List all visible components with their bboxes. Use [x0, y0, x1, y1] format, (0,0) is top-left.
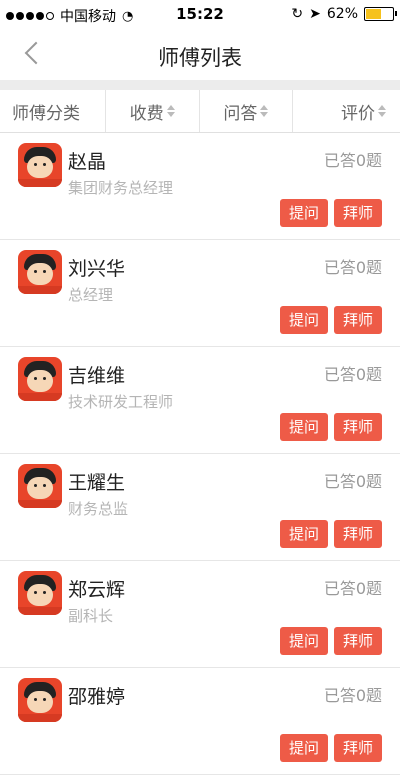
list-item[interactable]: 吉维维技术研发工程师 已答0题提问 拜师: [0, 347, 400, 454]
avatar: [18, 250, 62, 294]
avatar: [18, 678, 62, 722]
nav-bar: 师傅列表: [0, 28, 400, 80]
separator-bar: [0, 80, 400, 90]
ask-button[interactable]: 提问: [280, 734, 328, 762]
master-name: 赵晶: [68, 151, 107, 173]
follow-master-button[interactable]: 拜师: [334, 306, 382, 334]
sort-arrows-icon: [166, 105, 175, 117]
answered-count: 已答0题: [323, 365, 382, 384]
filter-label: 问答: [223, 103, 258, 124]
filter-label: 师傅分类: [12, 103, 80, 124]
location-icon: ➤: [309, 6, 321, 22]
filter-tab-1[interactable]: 收费: [106, 90, 200, 132]
list-item[interactable]: 王耀生财务总监 已答0题提问 拜师: [0, 454, 400, 561]
ask-button[interactable]: 提问: [280, 627, 328, 655]
battery-icon: [364, 7, 397, 21]
sort-arrows-icon: [260, 105, 269, 117]
list-item[interactable]: 郑云辉副科长 已答0题提问 拜师: [0, 561, 400, 668]
filter-tab-2[interactable]: 问答: [200, 90, 294, 132]
ask-button[interactable]: 提问: [280, 413, 328, 441]
list-item[interactable]: 刘兴华总经理 已答0题提问 拜师: [0, 240, 400, 347]
answered-count: 已答0题: [323, 472, 382, 491]
answered-count: 已答0题: [323, 579, 382, 598]
ask-button[interactable]: 提问: [280, 306, 328, 334]
master-title: 技术研发工程师: [68, 393, 174, 411]
ask-button[interactable]: 提问: [280, 520, 328, 548]
status-bar: 中国移动 ◔ 15:22 ↻ ➤ 62%: [0, 0, 400, 28]
filter-tab-0[interactable]: 师傅分类: [0, 90, 106, 132]
status-right: ↻ ➤ 62%: [291, 6, 397, 22]
filter-label: 收费: [129, 103, 164, 124]
sort-arrows-icon: [378, 105, 386, 117]
master-name: 王耀生: [68, 472, 126, 494]
battery-fill: [366, 9, 381, 19]
answered-count: 已答0题: [323, 686, 382, 705]
master-name: 吉维维: [68, 365, 126, 387]
master-name: 邵雅婷: [68, 686, 126, 708]
master-list: 赵晶 集团财务总经理 已答0题 提问 拜师 刘兴华 总经理 已答0题 提问 拜师 吉维维 技术研发工程…: [0, 133, 400, 775]
avatar: [18, 464, 62, 508]
follow-master-button[interactable]: 拜师: [334, 199, 382, 227]
follow-master-button[interactable]: 拜师: [334, 627, 382, 655]
filter-label: 评价: [341, 103, 375, 124]
master-name: 刘兴华: [68, 258, 126, 280]
master-title: 集团财务总经理: [68, 179, 174, 197]
master-title: 财务总监: [68, 500, 129, 518]
master-title: 副科长: [68, 607, 114, 625]
follow-master-button[interactable]: 拜师: [334, 520, 382, 548]
follow-master-button[interactable]: 拜师: [334, 734, 382, 762]
list-item[interactable]: 邵雅婷 已答0题提问 拜师: [0, 668, 400, 775]
battery-percent: 62%: [326, 6, 358, 22]
filter-bar: 师傅分类 收费 问答 评价: [0, 90, 400, 133]
avatar: [18, 143, 62, 187]
answered-count: 已答0题: [323, 151, 382, 170]
master-name: 郑云辉: [68, 579, 126, 601]
filter-tab-3[interactable]: 评价: [293, 90, 400, 132]
rotation-lock-icon: ↻: [291, 6, 304, 22]
master-title: 总经理: [68, 286, 114, 304]
follow-master-button[interactable]: 拜师: [334, 413, 382, 441]
list-item[interactable]: 赵晶集团财务总经理 已答0题提问 拜师: [0, 133, 400, 240]
page-title: 师傅列表: [158, 46, 242, 70]
ask-button[interactable]: 提问: [280, 199, 328, 227]
answered-count: 已答0题: [323, 258, 382, 277]
avatar: [18, 571, 62, 615]
avatar: [18, 357, 62, 401]
